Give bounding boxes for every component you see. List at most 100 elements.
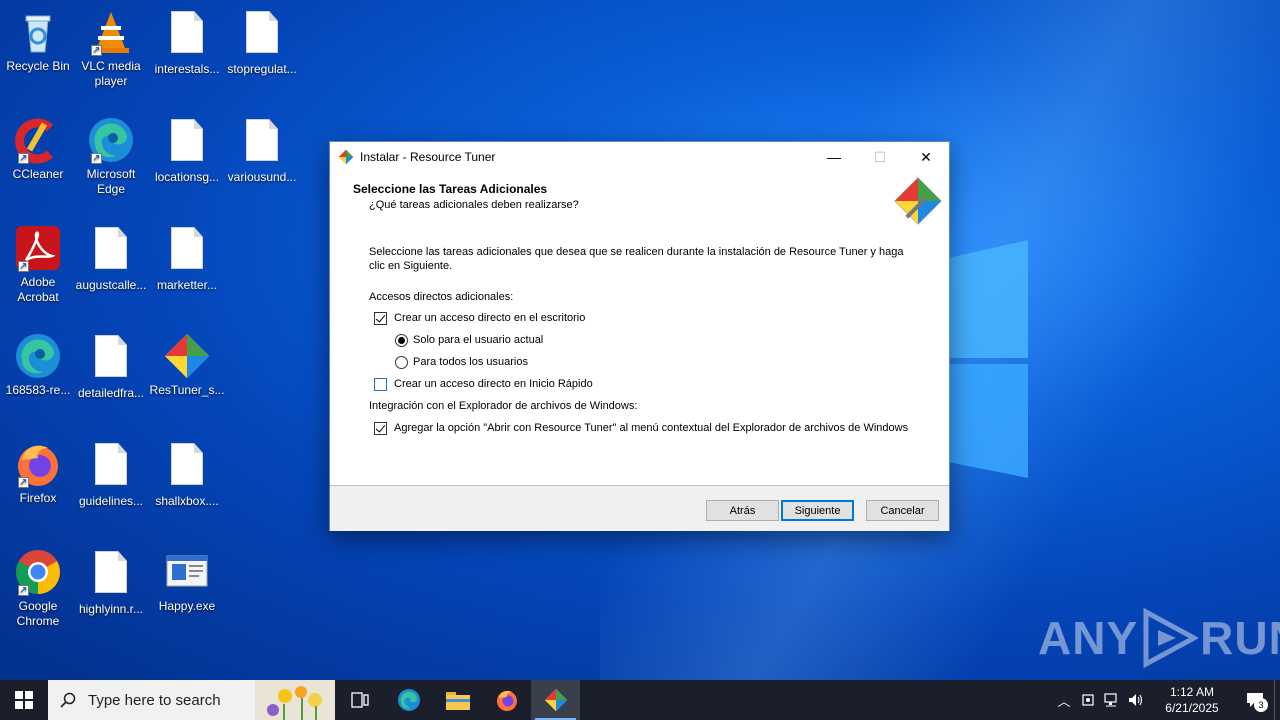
desktop-icon-restuner[interactable]: ResTuner_s... <box>149 332 225 398</box>
all-users-option[interactable]: Para todos los usuarios <box>369 351 909 373</box>
document-icon <box>163 11 211 59</box>
tray-network-icon[interactable] <box>1100 680 1124 720</box>
desktop-shortcut-option[interactable]: Crear un acceso directo en el escritorio <box>369 307 909 329</box>
desktop-icon-label: detailedfra... <box>77 386 145 400</box>
desktop-icon-label: Recycle Bin <box>6 59 70 73</box>
desktop-icon-label: augustcalle... <box>75 278 147 292</box>
desktop-icon-label: ResTuner_s... <box>149 383 225 397</box>
desktop-icon-file[interactable]: highlyinn.r... <box>73 548 149 617</box>
exe-icon <box>163 548 211 596</box>
taskbar-clock[interactable]: 1:12 AM 6/21/2025 <box>1152 684 1232 716</box>
desktop-icon-ccleaner[interactable]: CCleaner <box>0 116 76 182</box>
tray-device-icon[interactable] <box>1076 680 1100 720</box>
taskbar-edge[interactable] <box>384 680 433 720</box>
shortcut-arrow-icon <box>18 475 29 490</box>
wizard-description: Seleccione las tareas adicionales que de… <box>369 246 904 272</box>
context-menu-checkbox[interactable] <box>374 421 387 435</box>
dialog-title: Instalar - Resource Tuner <box>360 150 496 164</box>
desktop-icon-label: shallxbox.... <box>155 494 219 508</box>
windows-logo-wallpaper <box>948 240 1028 478</box>
close-button[interactable]: ✕ <box>903 142 949 172</box>
desktop-icon-vlc[interactable]: VLC media player <box>73 8 149 89</box>
watermark-text-left: ANY <box>1038 612 1139 664</box>
quicklaunch-shortcut-label: Crear un acceso directo en Inicio Rápido <box>394 378 593 390</box>
cancel-button[interactable]: Cancelar <box>866 500 939 521</box>
desktop-icon-edge[interactable]: Microsoft Edge <box>73 116 149 197</box>
start-button[interactable] <box>0 680 48 720</box>
quicklaunch-shortcut-option[interactable]: Crear un acceso directo en Inicio Rápido <box>369 373 909 395</box>
desktop: Recycle Bin VLC media player interestals… <box>0 0 1280 680</box>
desktop-shortcut-label: Crear un acceso directo en el escritorio <box>394 312 586 324</box>
action-center-button[interactable]: 3 <box>1236 680 1274 720</box>
desktop-icon-label: Microsoft Edge <box>86 167 136 196</box>
context-menu-option[interactable]: Agregar la opción "Abrir con Resource Tu… <box>369 417 909 439</box>
document-icon <box>238 11 286 59</box>
wizard-footer: Atrás Siguiente Cancelar <box>330 486 949 531</box>
search-placeholder: Type here to search <box>88 691 221 709</box>
desktop-icon-label: stopregulat... <box>227 62 297 76</box>
tray-volume-icon[interactable] <box>1124 680 1148 720</box>
current-user-option[interactable]: Solo para el usuario actual <box>369 329 909 351</box>
back-button[interactable]: Atrás <box>706 500 779 521</box>
desktop-icon-file[interactable]: guidelines... <box>73 440 149 509</box>
desktop-icon-edge-file[interactable]: 168583-re... <box>0 332 76 398</box>
desktop-icon-label: guidelines... <box>78 494 144 508</box>
desktop-icon-file[interactable]: locationsg... <box>149 116 225 185</box>
next-button[interactable]: Siguiente <box>781 500 854 521</box>
vlc-icon <box>87 8 135 58</box>
task-view-button[interactable] <box>335 680 384 720</box>
notification-count-badge: 3 <box>1254 698 1268 712</box>
desktop-icon-file[interactable]: marketter... <box>149 224 225 293</box>
windows-start-icon <box>15 691 33 709</box>
shortcut-arrow-icon <box>91 43 102 58</box>
document-icon <box>87 551 135 599</box>
desktop-icon-file[interactable]: interestals... <box>149 8 225 77</box>
taskbar-resource-tuner[interactable] <box>531 680 580 720</box>
desktop-icon-recycle-bin[interactable]: Recycle Bin <box>0 8 76 74</box>
document-icon <box>87 227 135 275</box>
desktop-icon-file[interactable]: detailedfra... <box>73 332 149 401</box>
firefox-icon <box>14 440 62 490</box>
taskbar-file-explorer[interactable] <box>433 680 482 720</box>
desktop-icon-file[interactable]: augustcalle... <box>73 224 149 293</box>
show-desktop-button[interactable] <box>1274 680 1280 720</box>
taskbar-search-box[interactable]: Type here to search <box>48 680 335 720</box>
desktop-icon-happy-exe[interactable]: Happy.exe <box>149 548 225 614</box>
desktop-icon-label: variousund... <box>227 170 297 184</box>
edge-icon <box>87 116 135 166</box>
desktop-icon-file[interactable]: variousund... <box>224 116 300 185</box>
acrobat-icon <box>14 224 62 274</box>
quicklaunch-shortcut-checkbox[interactable] <box>374 377 387 391</box>
chrome-icon <box>14 548 62 598</box>
document-icon <box>87 335 135 383</box>
system-tray: ︿ 1:12 AM 6/21/2025 3 <box>1052 680 1280 720</box>
desktop-icon-label: interestals... <box>154 62 220 76</box>
dialog-titlebar[interactable]: Instalar - Resource Tuner — ☐ ✕ <box>330 142 949 172</box>
all-users-radio[interactable] <box>395 355 408 369</box>
shortcut-arrow-icon <box>91 151 102 166</box>
play-logo-icon <box>1143 608 1199 668</box>
minimize-button[interactable]: — <box>811 142 857 172</box>
desktop-icon-label: locationsg... <box>154 170 220 184</box>
group-label-shortcuts: Accesos directos adicionales: <box>369 287 909 307</box>
group-label-explorer: Integración con el Explorador de archivo… <box>369 395 909 417</box>
context-menu-label: Agregar la opción "Abrir con Resource Tu… <box>394 422 909 434</box>
taskbar-firefox[interactable] <box>482 680 531 720</box>
clock-time: 1:12 AM <box>1169 685 1215 699</box>
document-icon <box>163 443 211 491</box>
watermark-text-right: RUN <box>1200 612 1280 664</box>
current-user-label: Solo para el usuario actual <box>413 334 544 346</box>
desktop-icon-firefox[interactable]: Firefox <box>0 440 76 506</box>
tray-chevron-up-icon[interactable]: ︿ <box>1052 680 1076 720</box>
desktop-icon-file[interactable]: stopregulat... <box>224 8 300 77</box>
task-view-icon <box>350 692 369 708</box>
desktop-shortcut-checkbox[interactable] <box>374 311 387 325</box>
desktop-icon-chrome[interactable]: Google Chrome <box>0 548 76 629</box>
desktop-icon-file[interactable]: shallxbox.... <box>149 440 225 509</box>
desktop-icon-label: highlyinn.r... <box>78 602 144 616</box>
maximize-button: ☐ <box>873 148 887 165</box>
desktop-icon-label: Happy.exe <box>158 599 216 613</box>
desktop-icon-acrobat[interactable]: Adobe Acrobat <box>0 224 76 305</box>
current-user-radio[interactable] <box>395 333 408 347</box>
desktop-icon-label: marketter... <box>156 278 218 292</box>
